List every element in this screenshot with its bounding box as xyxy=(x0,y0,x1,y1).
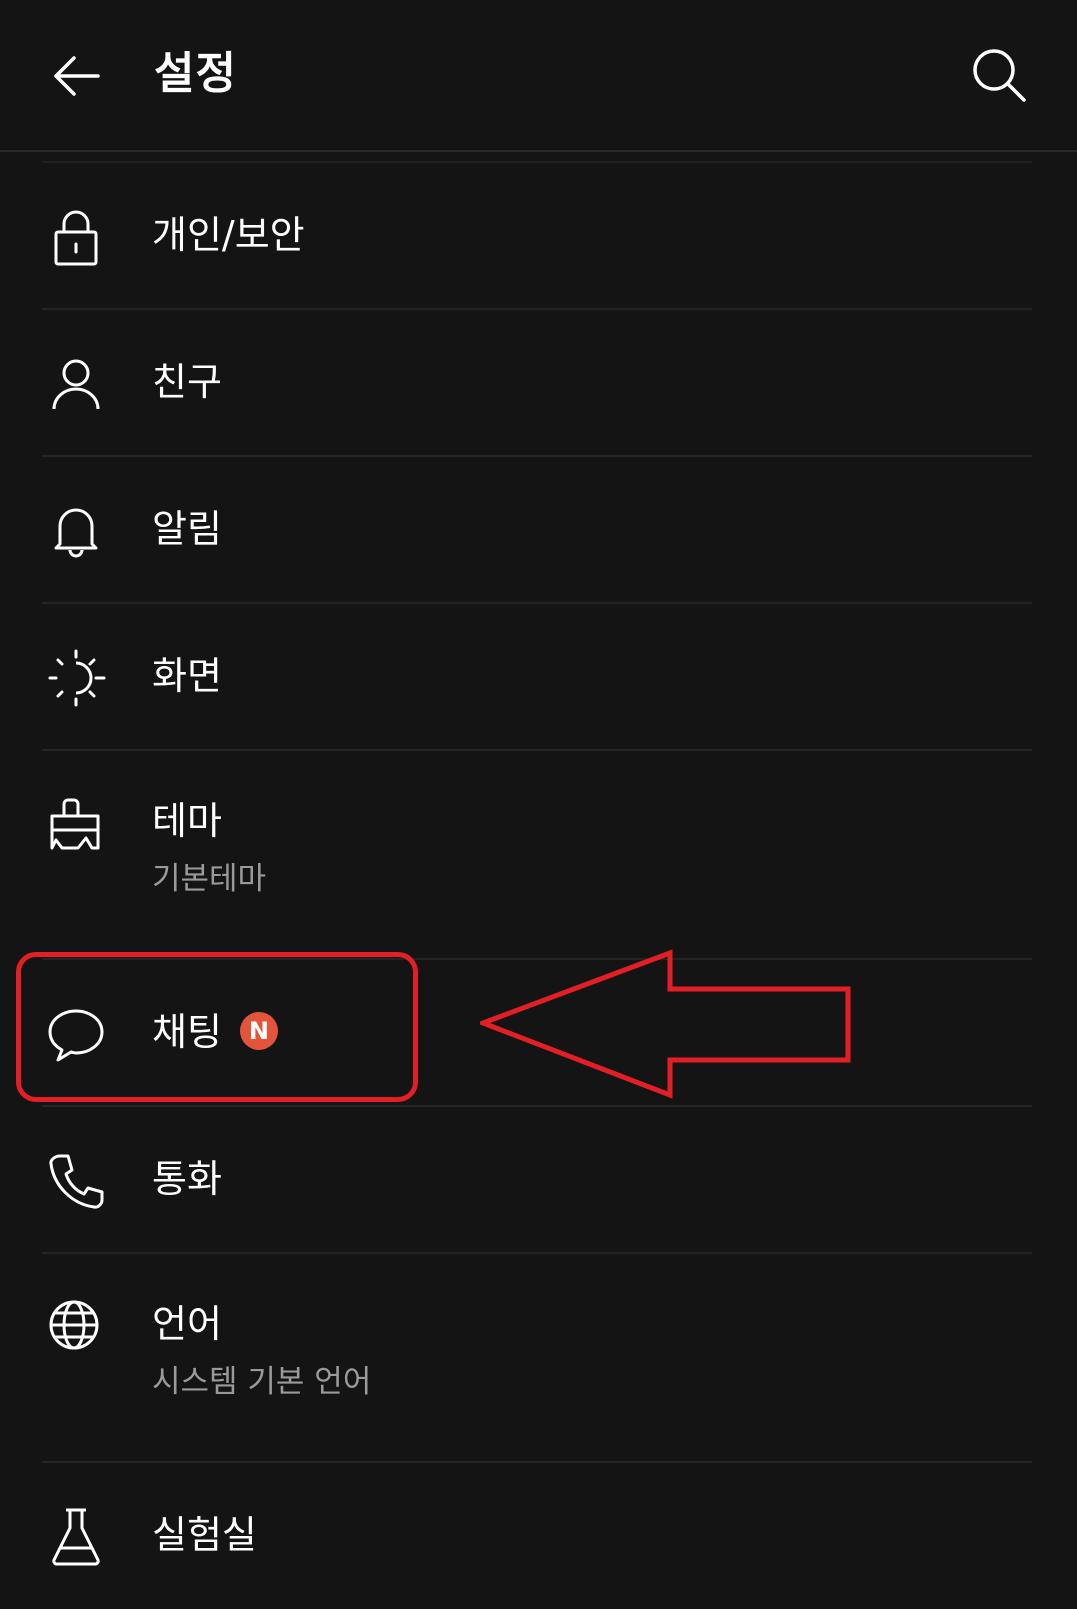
menu-item-call[interactable]: 통화 xyxy=(0,1107,1077,1254)
menu-item-chat[interactable]: 채팅 N xyxy=(0,960,1077,1107)
chat-bubble-icon xyxy=(46,1003,108,1065)
menu-item-lab[interactable]: 실험실 xyxy=(0,1463,1077,1609)
menu-item-label: 알림 xyxy=(152,507,222,551)
settings-menu: 개인/보안 친구 알림 화면 테마 기본테마 채팅 N 통화 언어 시스템 기본… xyxy=(0,163,1077,1609)
new-badge: N xyxy=(239,1011,278,1050)
flask-icon xyxy=(46,1506,108,1568)
globe-icon xyxy=(46,1295,108,1357)
back-arrow-icon[interactable] xyxy=(46,46,106,106)
menu-item-label: 채팅 N xyxy=(152,1007,278,1057)
menu-item-label: 친구 xyxy=(152,360,222,404)
menu-item-label: 화면 xyxy=(152,654,222,698)
menu-item-theme[interactable]: 테마 기본테마 xyxy=(0,751,1077,960)
person-icon xyxy=(46,353,108,415)
page-title: 설정 xyxy=(154,48,237,99)
menu-item-label: 개인/보안 xyxy=(152,213,305,257)
menu-item-label: 실험실 xyxy=(152,1513,257,1557)
menu-item-label-text: 채팅 xyxy=(152,1010,222,1054)
search-icon[interactable] xyxy=(968,44,1030,106)
menu-item-label: 통화 xyxy=(152,1157,222,1201)
brightness-icon xyxy=(46,647,108,709)
menu-item-label: 언어 xyxy=(152,1302,222,1346)
menu-item-notifications[interactable]: 알림 xyxy=(0,457,1077,604)
menu-item-privacy[interactable]: 개인/보안 xyxy=(0,163,1077,310)
app-header: 설정 xyxy=(0,0,1077,152)
menu-item-language[interactable]: 언어 시스템 기본 언어 xyxy=(0,1254,1077,1463)
bell-icon xyxy=(46,500,108,562)
menu-item-sublabel: 기본테마 xyxy=(152,861,267,897)
menu-item-sublabel: 시스템 기본 언어 xyxy=(152,1364,372,1400)
paint-brush-icon xyxy=(46,792,108,854)
menu-item-friends[interactable]: 친구 xyxy=(0,310,1077,457)
lock-icon xyxy=(46,206,108,268)
menu-item-label: 테마 xyxy=(152,799,222,843)
menu-item-display[interactable]: 화면 xyxy=(0,604,1077,751)
phone-icon xyxy=(46,1150,108,1212)
